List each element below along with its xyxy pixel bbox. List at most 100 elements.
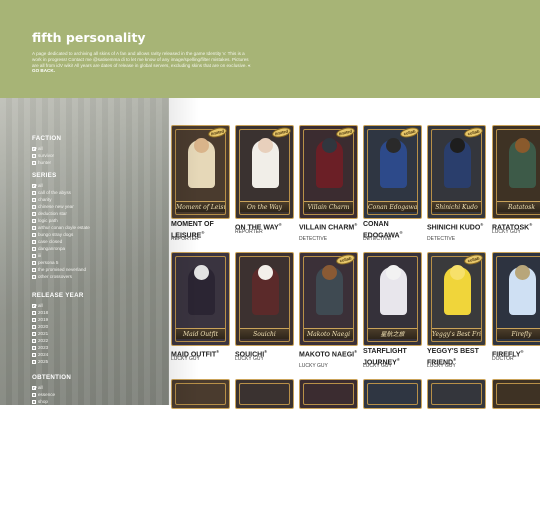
checkbox-icon[interactable]: [32, 392, 36, 397]
checkbox-icon[interactable]: [32, 153, 36, 158]
skin-portrait[interactable]: On the Way limited: [235, 125, 294, 219]
checkbox-icon[interactable]: [32, 331, 36, 336]
checkbox-icon[interactable]: [32, 253, 36, 258]
filter-option-label: all: [38, 183, 43, 188]
filter-option[interactable]: charity: [32, 196, 90, 203]
filter-option[interactable]: case closed: [32, 238, 90, 245]
checkbox-icon[interactable]: [32, 267, 36, 272]
checkbox-icon[interactable]: [32, 345, 36, 350]
checkbox-icon[interactable]: [32, 146, 36, 151]
filter-option[interactable]: 2023: [32, 344, 84, 351]
filter-option[interactable]: 2020: [32, 323, 84, 330]
skin-portrait[interactable]: Villain Charm limited: [299, 125, 358, 219]
filter-option[interactable]: all: [32, 384, 71, 391]
checkbox-icon[interactable]: [32, 246, 36, 251]
checkbox-icon[interactable]: [32, 197, 36, 202]
filter-option[interactable]: shop: [32, 398, 71, 405]
skin-card[interactable]: Conan Edogawa collab CONAN EDOGAWA® DETECTI…: [361, 125, 422, 251]
skin-card[interactable]: [425, 379, 486, 505]
filter-option[interactable]: persona 5: [32, 259, 90, 266]
checkbox-icon[interactable]: [32, 218, 36, 223]
filter-option-label: 2025: [38, 359, 49, 364]
skin-banner: 星航之旅: [368, 328, 417, 339]
checkbox-icon[interactable]: [32, 310, 36, 315]
skin-card[interactable]: Villain Charm limited VILLAIN CHARM® DETECT…: [297, 125, 358, 251]
skin-name-text: MAKOTO NAEGI: [299, 351, 355, 359]
filter-option[interactable]: iii: [32, 252, 90, 259]
filter-option[interactable]: all: [32, 182, 90, 189]
filter-sidebar: FACTION all survivor hunter SERIES all call of…: [0, 98, 169, 405]
skin-card[interactable]: [361, 379, 422, 505]
checkbox-icon[interactable]: [32, 324, 36, 329]
checkbox-icon[interactable]: [32, 359, 36, 364]
skin-portrait[interactable]: 星航之旅: [363, 252, 422, 346]
filter-option[interactable]: all: [32, 302, 84, 309]
character-role: LUCKY GUY: [363, 363, 392, 370]
filter-option[interactable]: 2018: [32, 309, 84, 316]
checkbox-icon[interactable]: [32, 385, 36, 390]
filter-group-series: SERIES all call of the abyss charity chinese…: [32, 172, 90, 280]
skin-name-text: SHINICHI KUDO: [427, 224, 481, 232]
checkbox-icon[interactable]: [32, 274, 36, 279]
filter-option-label: bungo stray dogs: [38, 232, 74, 237]
checkbox-icon[interactable]: [32, 338, 36, 343]
skin-card[interactable]: On the Way limited ON THE WAY® REPORTER: [233, 125, 294, 251]
skin-card[interactable]: Firefly FIREFLY® DOCTOR: [490, 252, 540, 378]
skin-portrait[interactable]: Ratatosk: [492, 125, 540, 219]
checkbox-icon[interactable]: [32, 190, 36, 195]
skin-portrait[interactable]: Conan Edogawa collab: [363, 125, 422, 219]
filter-option[interactable]: deduction star: [32, 210, 90, 217]
skin-card[interactable]: Souichi SOUICHI® LUCKY GUY: [233, 252, 294, 378]
checkbox-icon[interactable]: [32, 183, 36, 188]
filter-option[interactable]: 2019: [32, 316, 84, 323]
filter-option[interactable]: 2025: [32, 358, 84, 365]
character-head: [450, 138, 465, 153]
filter-option[interactable]: survivor: [32, 152, 61, 159]
filter-option[interactable]: bungo stray dogs: [32, 231, 90, 238]
filter-option[interactable]: call of the abyss: [32, 189, 90, 196]
filter-option-label: iii: [38, 253, 42, 258]
filter-option[interactable]: logic path: [32, 217, 90, 224]
checkbox-icon[interactable]: [32, 260, 36, 265]
skin-card[interactable]: Yeggy's Best FriendcollabYEGGY'S BEST FR…: [425, 252, 486, 378]
skin-banner: Villain Charm: [304, 201, 353, 212]
filter-option[interactable]: essence: [32, 391, 71, 398]
checkbox-icon[interactable]: [32, 232, 36, 237]
checkbox-icon[interactable]: [32, 225, 36, 230]
checkbox-icon[interactable]: [32, 204, 36, 209]
filter-option[interactable]: chinese new year: [32, 203, 90, 210]
skin-card[interactable]: [233, 379, 294, 505]
skin-card[interactable]: Shinichi Kudo collab SHINICHI KUDO® DETECTI…: [425, 125, 486, 251]
skin-portrait[interactable]: Souichi: [235, 252, 294, 346]
filter-option[interactable]: danganronpa: [32, 245, 90, 252]
skin-card[interactable]: Ratatosk RATATOSK® LUCKY GUY: [490, 125, 540, 251]
skin-card[interactable]: 星航之旅 STARFLIGHT JOURNEY® LUCKY GUY: [361, 252, 422, 378]
filter-option[interactable]: 2021: [32, 330, 84, 337]
site-description: A page dedicated to archiving all skins …: [32, 51, 252, 74]
character-role: LUCKY GUY: [235, 355, 264, 362]
checkbox-icon[interactable]: [32, 160, 36, 165]
filter-option[interactable]: the promised neverland: [32, 266, 90, 273]
checkbox-icon[interactable]: [32, 352, 36, 357]
character-head: [258, 265, 273, 280]
checkbox-icon[interactable]: [32, 317, 36, 322]
skin-card[interactable]: Makoto Naegi collab MAKOTO NAEGI® LUCKY GUY: [297, 252, 358, 378]
skin-card[interactable]: [297, 379, 358, 505]
filter-option-label: arthur conan doyle estate: [38, 225, 90, 230]
filter-option[interactable]: 2022: [32, 337, 84, 344]
checkbox-icon[interactable]: [32, 239, 36, 244]
skin-portrait[interactable]: Yeggy's Best Friendcollab: [427, 252, 486, 346]
checkbox-icon[interactable]: [32, 303, 36, 308]
filter-option[interactable]: arthur conan doyle estate: [32, 224, 90, 231]
filter-option[interactable]: other crossovers: [32, 273, 90, 280]
skin-card[interactable]: [490, 379, 540, 505]
filter-option[interactable]: 2024: [32, 351, 84, 358]
skin-portrait[interactable]: Firefly: [492, 252, 540, 346]
skin-portrait[interactable]: Makoto Naegi collab: [299, 252, 358, 346]
registered-mark: ®: [354, 222, 358, 227]
skin-portrait[interactable]: Shinichi Kudo collab: [427, 125, 486, 219]
filter-option[interactable]: all: [32, 145, 61, 152]
checkbox-icon[interactable]: [32, 399, 36, 404]
filter-option[interactable]: hunter: [32, 159, 61, 166]
checkbox-icon[interactable]: [32, 211, 36, 216]
